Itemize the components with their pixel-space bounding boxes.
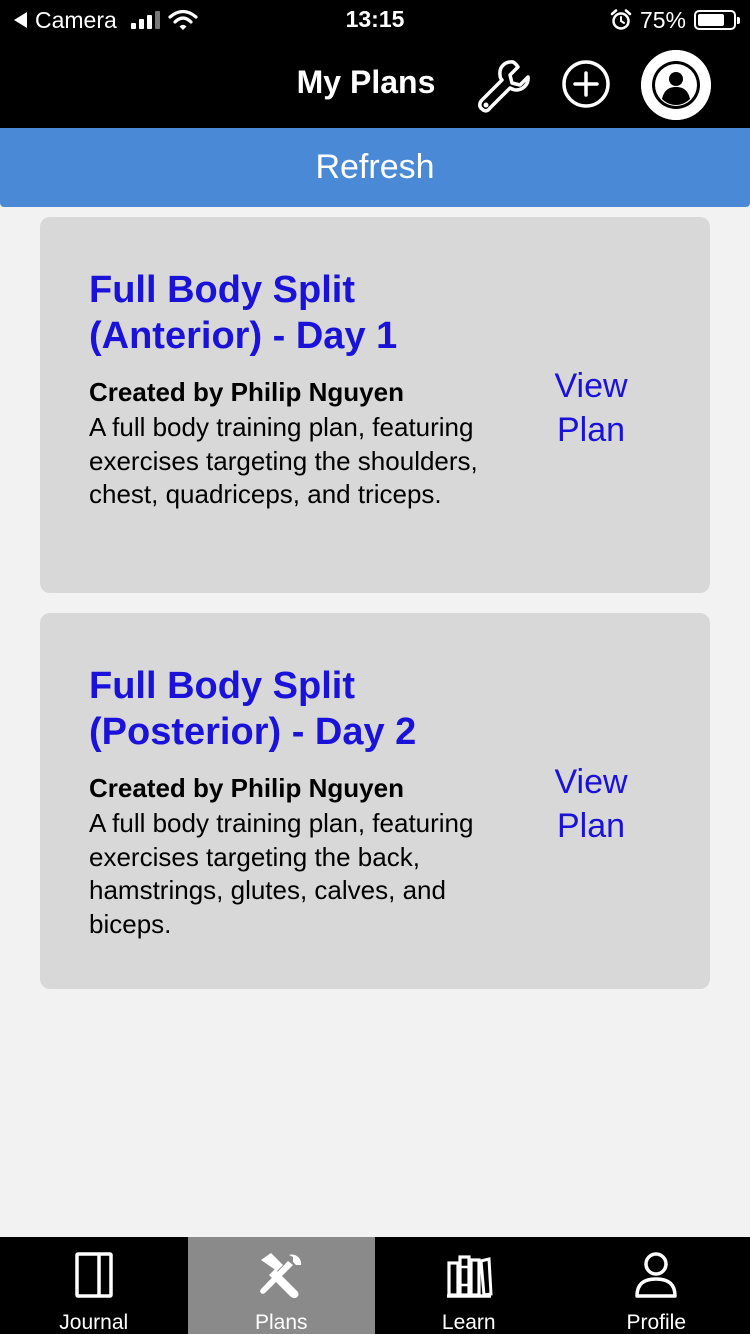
tab-bar: Journal Plans Learn Profile bbox=[0, 1237, 750, 1334]
add-circle-icon[interactable] bbox=[558, 56, 614, 112]
status-right: 75% bbox=[610, 6, 740, 34]
refresh-button[interactable]: Refresh bbox=[0, 128, 750, 207]
plan-title-line2[interactable]: (Posterior) - Day 2 bbox=[89, 709, 509, 755]
battery-icon bbox=[694, 10, 740, 30]
plan-author: Created by Philip Nguyen bbox=[89, 377, 404, 407]
profile-icon bbox=[635, 1252, 677, 1298]
plan-description: A full body training plan, featuring exe… bbox=[89, 808, 474, 939]
view-plan-button[interactable]: View Plan bbox=[530, 760, 652, 848]
journal-icon bbox=[75, 1252, 113, 1298]
tab-plans[interactable]: Plans bbox=[187, 1237, 375, 1334]
app-header: My Plans bbox=[0, 40, 750, 128]
alarm-icon bbox=[610, 9, 632, 30]
view-plan-label-line1[interactable]: View bbox=[530, 760, 652, 804]
plan-card: Full Body Split (Anterior) - Day 1 Creat… bbox=[40, 217, 710, 593]
plans-tools-icon bbox=[260, 1253, 302, 1299]
tab-label: Plans bbox=[254, 1311, 308, 1334]
battery-percent: 75% bbox=[639, 6, 686, 33]
plan-title[interactable]: Full Body Split (Anterior) - Day 1 bbox=[89, 267, 509, 359]
plan-title-line2[interactable]: (Anterior) - Day 1 bbox=[89, 313, 509, 359]
plan-title[interactable]: Full Body Split (Posterior) - Day 2 bbox=[89, 663, 509, 755]
page-title: My Plans bbox=[296, 64, 436, 100]
wrench-icon[interactable] bbox=[474, 56, 534, 116]
battery-level bbox=[698, 14, 724, 26]
plan-title-line1[interactable]: Full Body Split bbox=[89, 663, 509, 709]
tab-profile[interactable]: Profile bbox=[563, 1237, 750, 1334]
plan-author: Created by Philip Nguyen bbox=[89, 773, 404, 803]
tab-journal[interactable]: Journal bbox=[0, 1237, 188, 1334]
view-plan-label-line2[interactable]: Plan bbox=[530, 408, 652, 452]
tab-label: Profile bbox=[626, 1311, 687, 1334]
tab-label: Journal bbox=[59, 1311, 129, 1334]
profile-avatar-icon[interactable] bbox=[641, 50, 711, 120]
status-bar: Camera 13:15 75% bbox=[0, 0, 750, 40]
tab-learn[interactable]: Learn bbox=[375, 1237, 563, 1334]
view-plan-label-line2[interactable]: Plan bbox=[530, 804, 652, 848]
plan-card: Full Body Split (Posterior) - Day 2 Crea… bbox=[40, 613, 710, 989]
learn-books-icon bbox=[446, 1255, 493, 1298]
view-plan-button[interactable]: View Plan bbox=[530, 364, 652, 452]
view-plan-label-line1[interactable]: View bbox=[530, 364, 652, 408]
plan-title-line1[interactable]: Full Body Split bbox=[89, 267, 509, 313]
plan-description: A full body training plan, featuring exe… bbox=[89, 412, 478, 509]
tab-label: Learn bbox=[441, 1311, 496, 1334]
